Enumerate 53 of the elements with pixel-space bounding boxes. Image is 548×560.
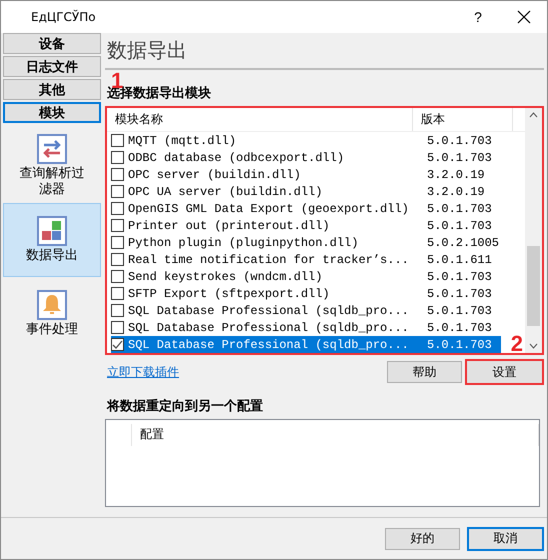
checkbox[interactable]	[111, 321, 124, 334]
checkbox[interactable]	[111, 134, 124, 147]
checkbox[interactable]	[111, 338, 124, 351]
scroll-down-icon[interactable]	[529, 343, 538, 349]
module-row[interactable]: SQL Database Professional (sqldb_pro... 5.0.1.703	[111, 319, 501, 336]
column-header[interactable]: 配置	[131, 424, 539, 446]
module-row[interactable]: SQL Database Professional (sqldb_pro... 5.0.1.703	[111, 302, 501, 319]
column-header[interactable]: 版本	[413, 108, 513, 131]
checkbox[interactable]	[111, 270, 124, 283]
checkbox[interactable]	[111, 219, 124, 232]
scroll-up-icon[interactable]	[529, 112, 538, 118]
sidebar-tab[interactable]: 模块	[3, 102, 101, 123]
module-row[interactable]: MQTT (mqtt.dll) 5.0.1.703	[111, 132, 501, 149]
blocks-icon	[37, 216, 67, 246]
module-row[interactable]: OPC UA server (buildin.dll) 3.2.0.19	[111, 183, 501, 200]
checkbox[interactable]	[111, 304, 124, 317]
module-row[interactable]: Real time notification for tracker’s... 5.0.1.611	[111, 251, 501, 268]
checkbox[interactable]	[111, 287, 124, 300]
sidebar-item[interactable]: 事件处理	[3, 277, 101, 351]
settings-button[interactable]: 设置	[465, 359, 544, 385]
sidebar-tab[interactable]: 日志文件	[3, 56, 101, 77]
section-title: 将数据重定向到另一个配置	[107, 399, 263, 414]
bell-icon	[37, 290, 67, 320]
checkbox[interactable]	[111, 168, 124, 181]
help-button[interactable]: ?	[455, 1, 501, 33]
checkbox[interactable]	[111, 202, 124, 215]
module-row[interactable]: SFTP Export (sftpexport.dll) 5.0.1.703	[111, 285, 501, 302]
window-title: ЕдЦГСЎПо	[31, 10, 97, 24]
close-icon	[517, 10, 531, 24]
cancel-button[interactable]: 取消	[468, 528, 543, 550]
module-row[interactable]: Printer out (printerout.dll) 5.0.1.703	[111, 217, 501, 234]
download-link[interactable]: 立即下载插件	[105, 364, 384, 380]
ok-button[interactable]: 好的	[385, 528, 460, 550]
checkbox[interactable]	[111, 253, 124, 266]
module-row[interactable]: OpenGIS GML Data Export (geoexport.dll) 5.0.1.703	[111, 200, 501, 217]
sidebar-tab[interactable]: 其他	[3, 79, 101, 100]
page-title: 数据导出	[105, 33, 544, 70]
column-header[interactable]: 模块名称	[107, 108, 413, 131]
module-row[interactable]: Send keystrokes (wndcm.dll) 5.0.1.703	[111, 268, 501, 285]
swap-arrows-icon	[37, 134, 67, 164]
checkbox[interactable]	[111, 185, 124, 198]
scrollbar[interactable]	[525, 108, 542, 353]
help-button[interactable]: 帮助	[387, 361, 462, 383]
sidebar-item[interactable]: 数据导出	[3, 203, 101, 277]
module-row[interactable]: ODBC database (odbcexport.dll) 5.0.1.703	[111, 149, 501, 166]
module-row[interactable]: Python plugin (pluginpython.dll) 5.0.2.1005	[111, 234, 501, 251]
checkbox[interactable]	[111, 151, 124, 164]
module-row[interactable]: SQL Database Professional (sqldb_pro... 5.0.1.703	[111, 336, 501, 353]
module-row[interactable]: OPC server (buildin.dll) 3.2.0.19	[111, 166, 501, 183]
sidebar-item[interactable]: 查询解析过滤器	[3, 129, 101, 203]
annotation-number: 2	[510, 333, 523, 355]
checkbox[interactable]	[111, 236, 124, 249]
sidebar-tab[interactable]: 设备	[3, 33, 101, 54]
